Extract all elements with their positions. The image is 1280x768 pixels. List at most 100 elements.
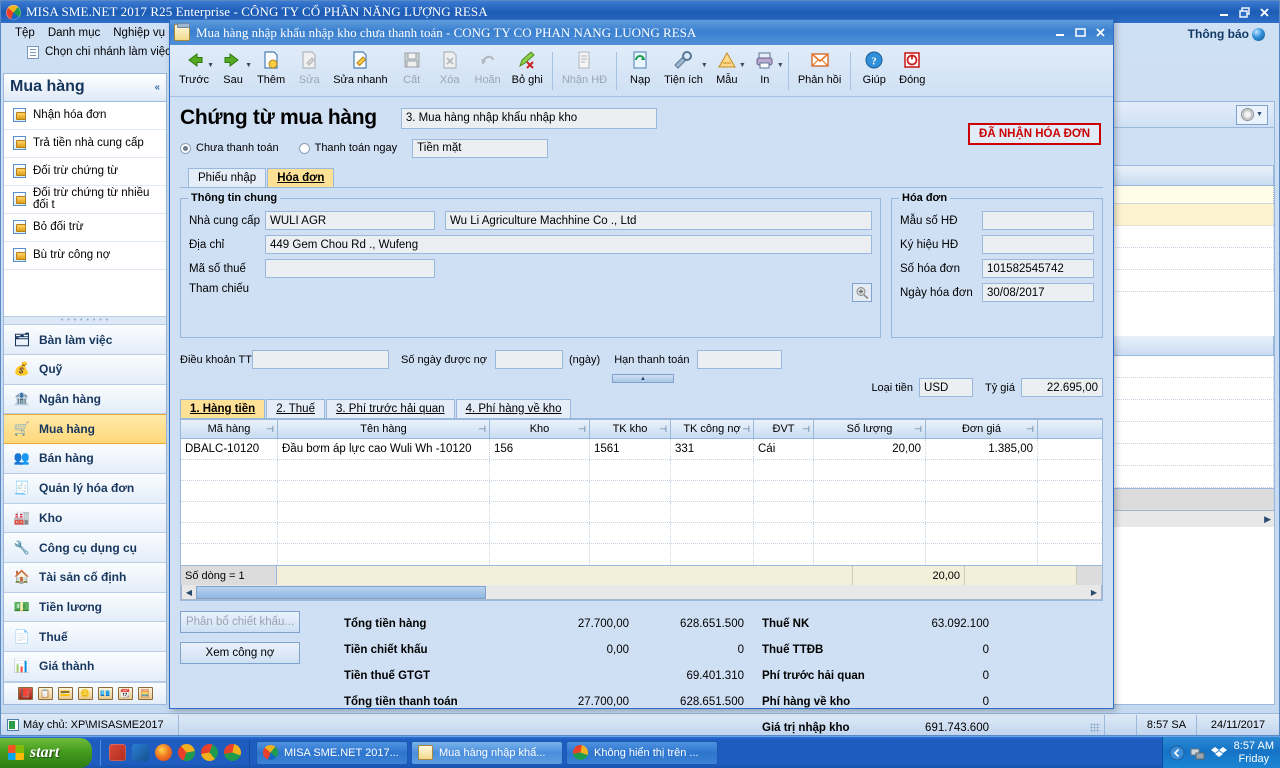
taskbar-item-misa[interactable]: MISA SME.NET 2017... [256,740,408,765]
sidebar-item-thue[interactable]: 📄 Thuế [4,622,166,653]
grid-hscrollbar[interactable]: ◀ ▶ [181,585,1102,600]
sidebar-item-quy[interactable]: 💰 Quỹ [4,354,166,385]
scroll-right-arrow-icon[interactable]: ▶ [1264,514,1271,525]
col-extra[interactable] [1038,420,1102,438]
radio-label-chua-thanh-toan[interactable]: Chưa thanh toán [196,142,279,154]
report-icon[interactable]: 🧮 [137,686,153,700]
sidebar-item-quan-ly-hoa-don[interactable]: 🧾 Quản lý hóa đơn [4,473,166,504]
sidebar-splitter[interactable]: • • • • • • • • [4,316,166,326]
due-input[interactable] [697,350,783,369]
sidebar-item-doi-tru-nhieu-doi-tuong[interactable]: Đối trừ chứng từ nhiều đối t [4,185,166,214]
sidebar-item-ngan-hang[interactable]: 🏦 Ngân hàng [4,384,166,415]
close-button[interactable] [1255,4,1273,20]
toolbar-button-cat[interactable]: Cất [393,46,431,96]
chevron-down-icon[interactable]: ▼ [739,62,746,69]
supplier-name-input[interactable]: Wu Li Agriculture Machhine Co ., Ltd [445,211,872,230]
sidebar-item-gia-thanh[interactable]: 📊 Giá thành [4,652,166,682]
pin-icon[interactable]: ⊣ [914,424,922,435]
sidebar-item-kho[interactable]: 🏭 Kho [4,503,166,534]
invoice-no-input[interactable]: 101582545742 [982,259,1094,278]
toolbar-button-mau[interactable]: Mẫu ▼ [708,46,746,96]
card-icon[interactable]: 💳 [57,686,73,700]
toolbar-button-in[interactable]: In ▼ [746,46,784,96]
chrome-canary-icon[interactable] [178,744,195,761]
toolbar-button-giup[interactable]: ? Giúp [855,46,893,96]
table-row[interactable] [181,481,1102,502]
book-icon[interactable]: 📕 [17,686,33,700]
tab-phieu-nhap[interactable]: Phiếu nhập [188,168,267,187]
taskbar-clock[interactable]: 8:57 AM Friday [1232,740,1274,766]
radio-chua-thanh-toan[interactable] [180,142,191,154]
chrome-beta-icon[interactable] [201,744,218,761]
menu-item-danhmuc[interactable]: Danh mục [48,27,100,39]
sidebar-item-tra-tien-nha-cung-cap[interactable]: Trả tiền nhà cung cấp [4,129,166,158]
invoice-date-input[interactable]: 30/08/2017 [982,283,1094,302]
col-ma-hang[interactable]: Mã hàng ⊣ [181,420,278,438]
toolbar-button-nhan-hd[interactable]: Nhận HĐ [557,46,612,96]
scroll-right-arrow-icon[interactable]: ▶ [1087,586,1101,599]
view-debt-button[interactable]: Xem công nợ [180,642,300,664]
collapse-chevron-icon[interactable]: « [154,82,160,93]
toolbar-button-them[interactable]: Thêm [252,46,290,96]
chrome-icon[interactable] [224,744,241,761]
toolbar-button-tien-ich[interactable]: Tiện ích ▼ [659,46,708,96]
payment-method-input[interactable]: Tiền mặt [412,138,549,158]
firefox-icon[interactable] [155,744,172,761]
toolbar-button-nap[interactable]: Nạp [621,46,659,96]
collapse-panel-handle[interactable]: ▲ [612,374,674,383]
calendar-icon[interactable]: 📆 [117,686,133,700]
pin-icon[interactable]: ⊣ [578,424,586,435]
child-restore-button[interactable] [1071,25,1089,41]
toolbar-button-hoan[interactable]: Hoãn [469,46,507,96]
col-so-luong[interactable]: Số lượng ⊣ [814,420,926,438]
pin-icon[interactable]: ⊣ [478,424,486,435]
toolbar-button-bo-ghi[interactable]: Bỏ ghi [507,46,548,96]
taskbar-item-mua-hang[interactable]: Mua hàng nhập khẩ... [411,740,563,765]
dropbox-icon[interactable] [1210,745,1227,761]
child-minimize-button[interactable] [1051,25,1069,41]
toolbar-button-dong[interactable]: Đóng [893,46,931,96]
minimize-button[interactable] [1215,4,1233,20]
toolbar-button-truoc[interactable]: Trước ▼ [174,46,214,96]
menu-item-tep[interactable]: Tệp [15,27,35,39]
radio-label-thanh-toan-ngay[interactable]: Thanh toán ngay [315,142,398,154]
magnifier-add-icon[interactable] [852,283,872,302]
coins-icon[interactable]: 🪙 [77,686,93,700]
radio-thanh-toan-ngay[interactable] [298,142,310,154]
col-tk-cong-no[interactable]: TK công nợ ⊣ [671,420,754,438]
pin-icon[interactable]: ⊣ [802,424,810,435]
pin-icon[interactable]: ⊣ [1026,424,1034,435]
credit-days-input[interactable] [495,350,564,369]
chevron-down-icon[interactable]: ▼ [701,62,708,69]
col-kho[interactable]: Kho ⊣ [490,420,590,438]
pin-icon[interactable]: ⊣ [266,424,274,435]
sidebar-item-ban-lam-viec[interactable]: 🗂 Bàn làm việc [4,325,166,355]
pin-icon[interactable]: ⊣ [742,424,750,435]
child-close-button[interactable] [1091,25,1109,41]
tab-thue[interactable]: 2. Thuế [266,399,325,418]
table-row[interactable] [181,460,1102,481]
voucher-type-input[interactable]: 3. Mua hàng nhập khẩu nhập kho [400,107,657,129]
table-row[interactable] [181,523,1102,544]
sidebar-item-ban-hang[interactable]: 👥 Bán hàng [4,444,166,474]
chevron-down-icon[interactable]: ▼ [207,62,214,69]
show-hidden-icon[interactable] [1169,745,1185,761]
ledger-icon[interactable]: 📋 [37,686,53,700]
col-tk-kho[interactable]: TK kho ⊣ [590,420,671,438]
network-icon[interactable] [1190,745,1206,761]
allocate-discount-button[interactable]: Phân bổ chiết khấu... [180,611,300,633]
chevron-down-icon[interactable]: ▼ [777,62,784,69]
sidebar-item-tai-san-co-dinh[interactable]: 🏠 Tài sản cố định [4,562,166,593]
toolbar-button-sau[interactable]: Sau ▼ [214,46,252,96]
pin-icon[interactable]: ⊣ [659,424,667,435]
start-button[interactable]: start [0,737,92,768]
form-no-input[interactable] [982,211,1094,230]
notification-area[interactable]: Thông báo [1188,27,1265,41]
sidebar-item-cong-cu-dung-cu[interactable]: 🔧 Công cụ dụng cụ [4,533,166,563]
money-icon[interactable]: 💶 [97,686,113,700]
toolbar-button-sua-nhanh[interactable]: Sửa nhanh [328,46,392,96]
symbol-input[interactable] [982,235,1094,254]
col-dvt[interactable]: ĐVT ⊣ [754,420,814,438]
sidebar-item-tien-luong[interactable]: 💵 Tiền lương [4,592,166,623]
toolbar-button-phan-hoi[interactable]: Phản hồi [793,46,846,96]
